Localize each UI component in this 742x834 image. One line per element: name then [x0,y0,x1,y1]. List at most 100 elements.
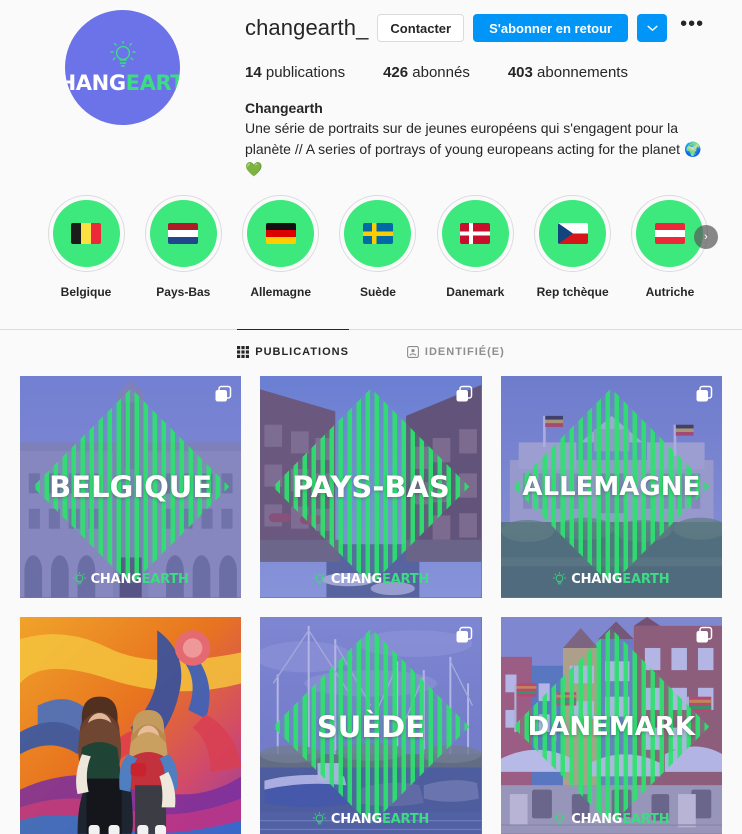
avatar-logo-green: EARTH [125,71,180,95]
stat-publications-label: publications [265,64,346,81]
highlight-cover [52,200,120,268]
profile-bio-text: Une série de portraits sur de jeunes eur… [245,120,702,177]
post-watermark: CHANGEARTH [501,571,722,587]
story-highlights: Belgique Pays-Bas Allemagne Suède Danema… [0,179,742,299]
lightbulb-icon [312,811,327,827]
flag-germany-icon [265,223,296,245]
highlight-ring [436,195,514,273]
watermark-white: CHANG [571,811,623,827]
tagged-person-icon [406,346,419,359]
lightbulb-icon [109,40,136,71]
post-tile[interactable]: ALLEMAGNE CHANGEARTH [500,376,722,598]
profile-info-column: changearth_ Contacter S'abonner en retou… [245,8,742,179]
post-tile[interactable]: DANEMARK CHANGEARTH [500,616,722,834]
post-watermark-text: CHANGEARTH [91,572,189,587]
watermark-white: CHANG [571,571,623,587]
highlight-suede[interactable]: Suède [336,195,420,299]
post-watermark: CHANGEARTH [260,811,481,827]
highlight-label: Suède [359,285,396,300]
stat-following-value: 403 [507,64,533,81]
tab-identifie[interactable]: IDENTIFIÉ(E) [406,329,505,370]
post-title: SUÈDE [316,710,426,745]
more-options-icon[interactable]: ••• [676,14,708,42]
flag-austria-icon [654,223,685,245]
grid-icon [237,346,250,359]
highlight-label: Allemagne [250,285,311,300]
carousel-icon [215,385,232,402]
stat-publications-value: 14 [245,64,262,81]
post-tile[interactable]: SUÈDE CHANGEARTH [260,616,482,834]
stat-following[interactable]: 403 abonnements [508,64,628,81]
watermark-white: CHANG [90,571,142,587]
flag-czech-republic-icon [557,223,588,245]
highlight-label: Pays-Bas [156,285,211,300]
profile-full-name: Changearth [245,100,323,116]
highlight-ring [339,195,417,273]
highlight-ring [144,195,222,273]
carousel-icon [696,626,713,643]
post-watermark: CHANGEARTH [20,571,241,587]
post-tile[interactable]: BELGIQUE CHANGEARTH [20,376,242,598]
avatar-logo-white: CHANG [65,71,126,95]
bio-block: Changearth Une série de portraits sur de… [245,98,715,179]
highlight-label: Belgique [60,285,112,300]
lightbulb-icon [72,571,86,587]
carousel-icon [456,626,472,643]
highlight-danemark[interactable]: Danemark [433,195,517,299]
highlight-label: Autriche [645,285,695,300]
highlight-cover [344,200,412,268]
flag-netherlands-icon [168,223,199,245]
profile-tabs: PUBLICATIONS IDENTIFIÉ(E) [0,329,742,370]
watermark-white: CHANG [330,571,382,587]
flag-denmark-icon [460,223,491,245]
highlight-belgique[interactable]: Belgique [44,195,128,299]
follow-back-button[interactable]: S'abonner en retour [473,14,629,42]
post-title: ALLEMAGNE [522,471,701,502]
username-row: changearth_ Contacter S'abonner en retou… [245,8,728,48]
stat-following-label: abonnements [537,64,628,81]
watermark-green: EARTH [622,811,670,827]
post-tile[interactable]: PAYS-BAS CHANGEARTH [260,376,482,598]
watermark-green: EARTH [141,571,189,587]
chevron-down-icon[interactable] [637,14,668,42]
instagram-profile-page: CHANGEARTH changearth_ Contacter S'abonn… [0,0,742,834]
highlights-next-button[interactable]: › [694,225,718,250]
page-title: changearth_ [245,15,369,40]
highlight-cover [247,200,315,268]
highlight-label: Rep tchèque [536,285,609,300]
post-watermark-text: CHANGEARTH [331,572,429,587]
post-photo [20,616,242,834]
tab-publications[interactable]: PUBLICATIONS [237,329,349,370]
highlight-pays-bas[interactable]: Pays-Bas [141,195,225,299]
highlight-cover [539,200,607,268]
post-watermark-text: CHANGEARTH [571,572,669,587]
carousel-icon [456,385,472,402]
post-title: DANEMARK [527,712,696,743]
contact-button[interactable]: Contacter [377,14,465,42]
highlight-cover [441,200,509,268]
post-watermark: CHANGEARTH [501,811,722,827]
stats-row: 14 publications 426 abonnés 403 abonneme… [245,64,728,81]
post-watermark-text: CHANGEARTH [331,812,429,827]
post-tile[interactable] [20,616,242,834]
post-title: BELGIQUE [49,469,213,504]
highlight-ring [534,195,612,273]
highlight-allemagne[interactable]: Allemagne [239,195,323,299]
flag-sweden-icon [362,223,393,245]
post-title: PAYS-BAS [292,469,450,504]
highlight-rep-tcheque[interactable]: Rep tchèque [531,195,615,299]
highlight-label: Danemark [446,285,505,300]
highlight-ring [242,195,320,273]
profile-avatar[interactable]: CHANGEARTH [65,10,180,125]
watermark-green: EARTH [622,571,670,587]
carousel-icon [696,385,713,402]
watermark-white: CHANG [330,811,382,827]
tab-identifie-label: IDENTIFIÉ(E) [424,346,505,359]
stat-followers[interactable]: 426 abonnés [383,64,470,81]
lightbulb-icon [553,571,567,587]
post-watermark: CHANGEARTH [260,571,481,587]
profile-header: CHANGEARTH changearth_ Contacter S'abonn… [0,0,742,179]
lightbulb-icon [553,811,567,827]
avatar-logo-text: CHANGEARTH [65,73,180,94]
stat-publications: 14 publications [245,64,345,81]
